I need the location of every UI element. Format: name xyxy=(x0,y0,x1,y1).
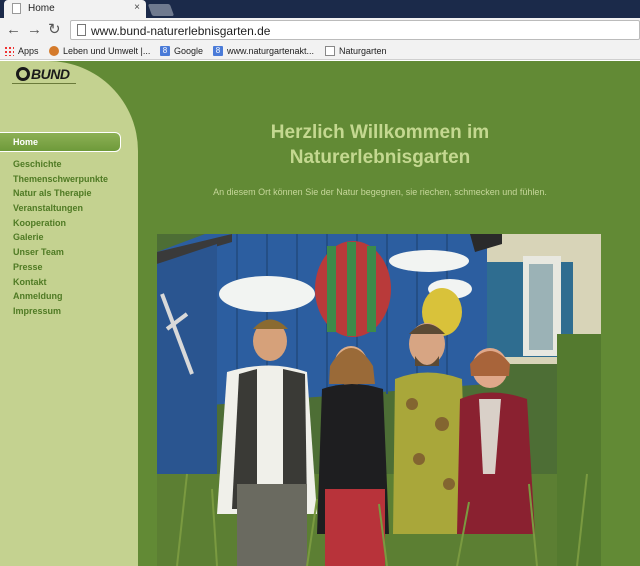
bund-logo-icon xyxy=(16,67,30,81)
nav-item-unser-team[interactable]: Unser Team xyxy=(0,245,138,260)
page-title: Herzlich Willkommen im Naturerlebnisgart… xyxy=(232,120,528,170)
bookmark-apps[interactable]: Apps xyxy=(4,45,39,57)
page-title-line2: Naturerlebnisgarten xyxy=(289,147,471,168)
globe-icon xyxy=(49,46,59,56)
bookmark-label: www.naturgartenakt... xyxy=(227,46,315,56)
team-photo xyxy=(157,234,601,566)
forward-arrow-icon[interactable]: → xyxy=(27,22,42,38)
page-intro-text: An diesem Ort können Sie der Natur begeg… xyxy=(213,187,547,197)
bookmark-label: Google xyxy=(174,46,204,56)
new-tab-button[interactable] xyxy=(147,4,175,16)
nav-item-veranstaltungen[interactable]: Veranstaltungen xyxy=(0,201,138,216)
browser-titlebar: Home × xyxy=(0,0,640,18)
address-bar[interactable]: www.bund-naturerlebnisgarten.de xyxy=(70,20,640,40)
browser-toolbar: ← → ↻ www.bund-naturerlebnisgarten.de xyxy=(0,18,640,42)
google-icon: 8 xyxy=(160,46,170,56)
apps-grid-icon xyxy=(4,46,14,56)
page-icon xyxy=(77,24,86,36)
website-page: BUND Home Geschichte Themenschwerpunkte … xyxy=(0,61,640,566)
logo-text: BUND xyxy=(31,66,70,82)
nav-item-natur-als-therapie[interactable]: Natur als Therapie xyxy=(0,186,138,201)
browser-tab-home[interactable]: Home × xyxy=(4,0,146,18)
nav-item-impressum[interactable]: Impressum xyxy=(0,304,138,319)
page-favicon-icon xyxy=(12,3,21,14)
sidebar: BUND Home Geschichte Themenschwerpunkte … xyxy=(0,61,138,566)
bookmark-leben-und-umwelt[interactable]: Leben und Umwelt |... xyxy=(49,45,150,57)
bookmark-naturgarten[interactable]: Naturgarten xyxy=(325,45,387,57)
team-photo-image xyxy=(157,234,601,566)
back-arrow-icon[interactable]: ← xyxy=(6,22,21,38)
nav-item-kontakt[interactable]: Kontakt xyxy=(0,275,138,290)
reload-icon[interactable]: ↻ xyxy=(48,22,61,38)
google-icon: 8 xyxy=(213,46,223,56)
bookmark-naturgartenakt[interactable]: 8 www.naturgartenakt... xyxy=(213,45,314,57)
nav-item-presse[interactable]: Presse xyxy=(0,260,138,275)
nav-item-galerie[interactable]: Galerie xyxy=(0,230,138,245)
nav-item-themenschwerpunkte[interactable]: Themenschwerpunkte xyxy=(0,172,138,187)
bookmark-label: Leben und Umwelt |... xyxy=(63,46,151,56)
nav-item-anmeldung[interactable]: Anmeldung xyxy=(0,289,138,304)
logo-underline xyxy=(12,83,76,84)
bookmarks-bar: Apps Leben und Umwelt |... 8 Google 8 ww… xyxy=(0,42,640,60)
tab-title: Home xyxy=(28,3,55,14)
tab-close-icon[interactable]: × xyxy=(134,2,140,13)
main-navigation: Home Geschichte Themenschwerpunkte Natur… xyxy=(0,132,138,319)
nav-item-home[interactable]: Home xyxy=(0,132,121,152)
bookmark-google[interactable]: 8 Google xyxy=(160,45,203,57)
address-bar-url: www.bund-naturerlebnisgarten.de xyxy=(91,24,271,38)
bund-logo[interactable]: BUND xyxy=(16,66,70,82)
page-title-line1: Herzlich Willkommen im xyxy=(270,122,490,143)
nav-item-kooperation[interactable]: Kooperation xyxy=(0,216,138,231)
nav-item-geschichte[interactable]: Geschichte xyxy=(0,157,138,172)
bookmark-label: Apps xyxy=(18,46,39,56)
bookmark-label: Naturgarten xyxy=(339,46,387,56)
page-icon xyxy=(325,46,335,56)
